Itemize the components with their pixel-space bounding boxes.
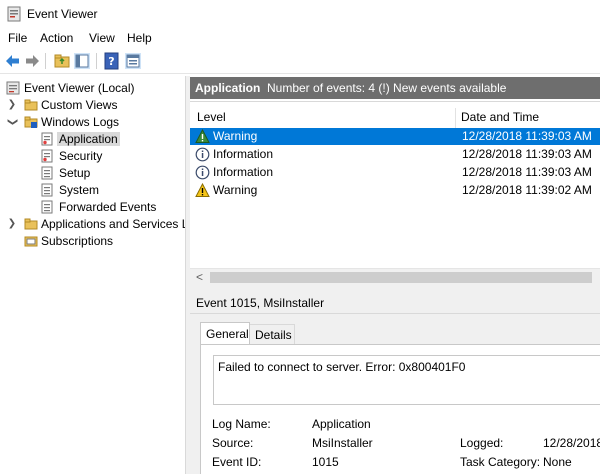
tree-node-forwarded-events[interactable]: Forwarded Events: [2, 199, 185, 216]
folder-up-icon[interactable]: [53, 52, 71, 70]
expand-chevron-icon[interactable]: ❯: [6, 217, 18, 231]
help-icon[interactable]: ?: [103, 52, 121, 70]
general-tab-panel: Failed to connect to server. Error: 0x80…: [200, 344, 600, 474]
information-icon: [195, 165, 210, 180]
subscriptions-icon: [24, 236, 38, 247]
log-icon: [41, 149, 53, 163]
tree-label: Forwarded Events: [59, 200, 157, 214]
scroll-left-arrow-icon[interactable]: <: [196, 270, 203, 284]
event-level: Warning: [213, 183, 258, 197]
logged-label: Logged:: [460, 436, 504, 450]
tree-label: System: [59, 183, 100, 197]
event-level: Information: [213, 165, 274, 179]
tree-node-custom-views[interactable]: ❯ Custom Views: [2, 97, 185, 114]
toolbar-separator: [96, 53, 97, 69]
pane-log-name: Application: [195, 81, 261, 95]
event-message-box[interactable]: Failed to connect to server. Error: 0x80…: [213, 355, 600, 405]
log-name-value: Application: [312, 417, 371, 431]
tree-node-event-viewer-local[interactable]: Event Viewer (Local): [2, 80, 185, 97]
information-icon: [195, 147, 210, 162]
event-detail-pane: General Details Failed to connect to ser…: [190, 314, 600, 474]
scrollbar-thumb[interactable]: [210, 272, 592, 283]
event-viewer-app-icon: [7, 6, 21, 22]
properties-icon[interactable]: [124, 52, 142, 70]
navigation-tree: Event Viewer (Local) ❯ Custom Views ❯ Wi…: [0, 76, 186, 474]
source-label: Source:: [212, 436, 254, 450]
event-level: Information: [213, 147, 274, 161]
event-message: Failed to connect to server. Error: 0x80…: [218, 360, 466, 374]
event-viewer-icon: [6, 81, 20, 95]
toolbar: ?: [0, 48, 600, 74]
tree-label: Windows Logs: [41, 115, 120, 129]
column-header-level[interactable]: Level: [197, 110, 226, 124]
pane-header: Application Number of events: 4 (!) New …: [190, 77, 600, 99]
tree-label: Setup: [59, 166, 91, 180]
event-detail-title: Event 1015, MsiInstaller: [196, 296, 325, 310]
task-category-value: None: [543, 455, 572, 469]
events-list: Level Date and Time Warning 12/28/2018 1…: [190, 101, 600, 285]
window-title: Event Viewer: [27, 7, 98, 21]
column-header-date-time[interactable]: Date and Time: [461, 110, 539, 124]
log-icon: [41, 200, 53, 214]
event-date-time: 12/28/2018 11:39:03 AM: [462, 147, 592, 161]
tree-label: Custom Views: [41, 98, 118, 112]
tree-node-windows-logs[interactable]: ❯ Windows Logs: [2, 114, 185, 131]
log-icon: [41, 183, 53, 197]
tree-label: Security: [59, 149, 103, 163]
event-level: Warning: [213, 129, 258, 143]
tree-node-system[interactable]: System: [2, 182, 185, 199]
title-bar: Event Viewer: [0, 0, 600, 28]
show-hide-tree-icon[interactable]: [73, 52, 91, 70]
event-id-value: 1015: [312, 455, 339, 469]
svg-text:?: ?: [108, 55, 114, 68]
source-value: MsiInstaller: [312, 436, 373, 450]
event-row[interactable]: Warning 12/28/2018 11:39:02 AM: [190, 182, 600, 199]
menu-file[interactable]: File: [8, 31, 27, 45]
event-row[interactable]: Information 12/28/2018 11:39:03 AM: [190, 146, 600, 163]
tab-details[interactable]: Details: [250, 324, 295, 344]
tree-label: Subscriptions: [41, 234, 114, 248]
tree-node-subscriptions[interactable]: Subscriptions: [2, 233, 185, 250]
tree-node-application[interactable]: Application: [2, 131, 185, 148]
collapse-chevron-icon[interactable]: ❯: [5, 116, 19, 128]
event-date-time: 12/28/2018 11:39:02 AM: [462, 183, 592, 197]
folder-icon: [24, 218, 38, 230]
warning-icon: [195, 183, 210, 197]
tree-label: Event Viewer (Local): [24, 81, 135, 95]
event-date-time: 12/28/2018 11:39:03 AM: [462, 129, 592, 143]
tree-node-setup[interactable]: Setup: [2, 165, 185, 182]
warning-icon: [195, 129, 210, 143]
menu-action[interactable]: Action: [40, 31, 73, 45]
event-row[interactable]: Information 12/28/2018 11:39:03 AM: [190, 164, 600, 181]
horizontal-scrollbar[interactable]: <: [190, 268, 600, 285]
pane-event-count: Number of events: 4 (!) New events avail…: [267, 81, 507, 95]
column-divider[interactable]: [455, 108, 456, 128]
logged-value: 12/28/2018: [543, 436, 600, 450]
task-category-label: Task Category:: [460, 455, 541, 469]
tree-label: Applications and Services Lo: [41, 217, 186, 231]
menu-view[interactable]: View: [89, 31, 115, 45]
event-date-time: 12/28/2018 11:39:03 AM: [462, 165, 592, 179]
tree-label: Application: [57, 132, 120, 146]
windows-logs-folder-icon: [24, 116, 38, 128]
toolbar-separator: [45, 53, 46, 69]
log-icon: [41, 132, 53, 146]
log-icon: [41, 166, 53, 180]
back-arrow-icon[interactable]: [4, 52, 22, 70]
tree-node-applications-and-services[interactable]: ❯ Applications and Services Lo: [2, 216, 186, 233]
expand-chevron-icon[interactable]: ❯: [6, 98, 18, 112]
column-header-row: Level Date and Time: [190, 108, 600, 128]
tree-node-security[interactable]: Security: [2, 148, 185, 165]
tab-general[interactable]: General: [200, 322, 250, 344]
menu-bar: File Action View Help: [0, 28, 600, 48]
menu-help[interactable]: Help: [127, 31, 152, 45]
event-id-label: Event ID:: [212, 455, 262, 469]
forward-arrow-icon[interactable]: [23, 52, 41, 70]
log-name-label: Log Name:: [212, 417, 271, 431]
folder-icon: [24, 99, 38, 111]
event-detail-header: Event 1015, MsiInstaller: [190, 290, 600, 314]
event-row[interactable]: Warning 12/28/2018 11:39:03 AM: [190, 128, 600, 145]
